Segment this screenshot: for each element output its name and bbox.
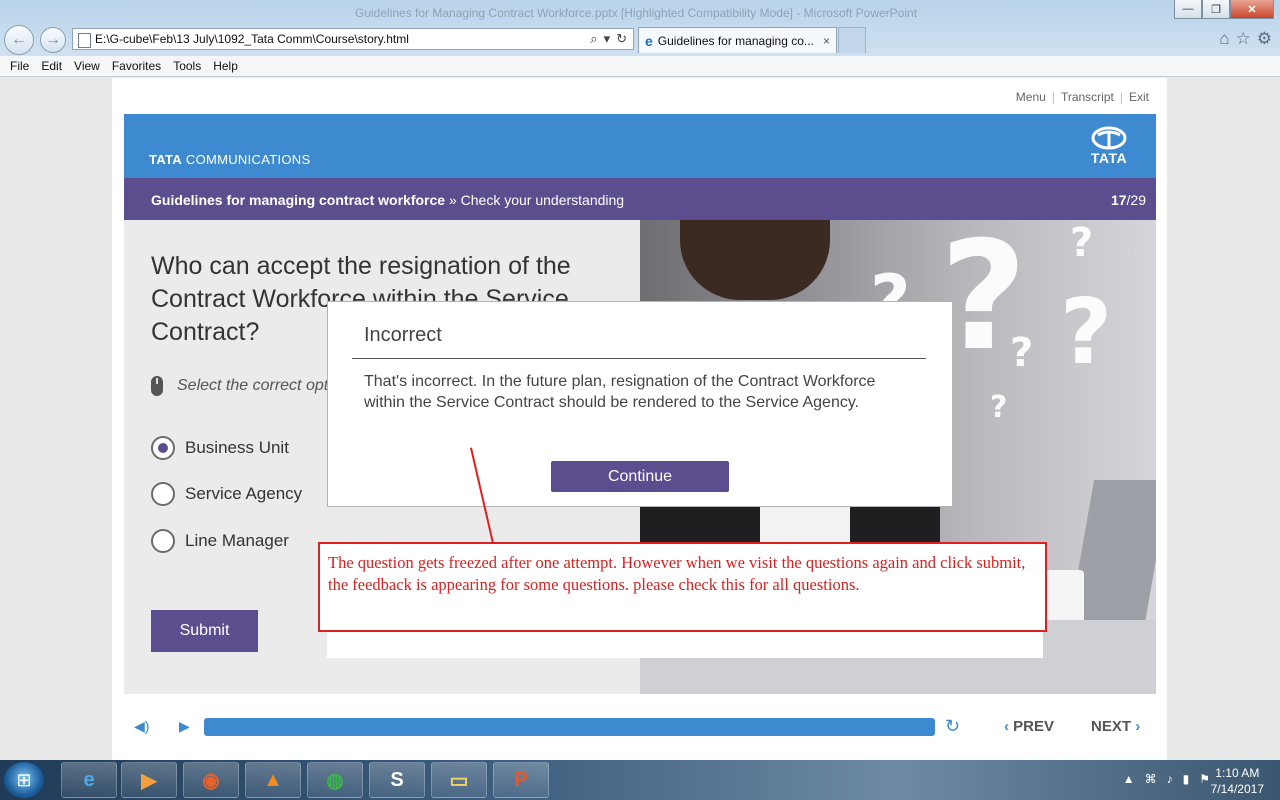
instruction: Select the correct option	[151, 376, 350, 396]
menu-file[interactable]: File	[10, 59, 29, 73]
feedback-dialog: Incorrect That's incorrect. In the futur…	[327, 301, 953, 507]
chrome-taskbar-icon[interactable]: ◍	[307, 762, 363, 798]
dialog-divider	[352, 358, 926, 359]
page-counter: 17/29	[1110, 192, 1146, 208]
dialog-text: That's incorrect. In the future plan, re…	[364, 373, 876, 411]
chevron-right-icon: ›	[1135, 718, 1141, 735]
continue-button[interactable]: Continue	[551, 461, 729, 492]
browser-tab[interactable]: e Guidelines for managing co... ×	[638, 27, 837, 53]
review-annotation-box: The question gets freezed after one atte…	[318, 542, 1047, 632]
restore-button[interactable]: ❐	[1202, 0, 1230, 19]
brand-name: TATA COMMUNICATIONS	[149, 152, 311, 167]
transcript-link[interactable]: Transcript	[1061, 90, 1114, 104]
vlc-taskbar-icon[interactable]: ▲	[245, 762, 301, 798]
dropdown-icon[interactable]: ▾	[604, 31, 611, 47]
media-player-taskbar-icon[interactable]: ▶	[121, 762, 177, 798]
course-header: TATA COMMUNICATIONS TATA	[124, 114, 1156, 178]
tata-logo: TATA	[1088, 126, 1130, 166]
close-window-button[interactable]: ✕	[1230, 0, 1274, 19]
next-button[interactable]: NEXT ›	[1091, 718, 1140, 735]
breadcrumb-title: Guidelines for managing contract workfor…	[151, 192, 446, 208]
seek-bar[interactable]	[204, 718, 935, 736]
option-line-manager[interactable]: Line Manager	[151, 529, 289, 553]
action-center-flag-icon[interactable]: ⚑	[1199, 772, 1210, 786]
menu-help[interactable]: Help	[213, 59, 238, 73]
player-controls: ◀) ▶ ↻ ‹ PREV NEXT ›	[112, 706, 1167, 750]
prev-button[interactable]: ‹ PREV	[1004, 718, 1054, 735]
window-title: Guidelines for Managing Contract Workfor…	[355, 6, 918, 20]
play-icon[interactable]: ▶	[179, 718, 190, 735]
ie-icon: e	[645, 32, 653, 49]
dialog-title: Incorrect	[364, 324, 442, 346]
exit-link[interactable]: Exit	[1129, 90, 1149, 104]
back-arrow-icon: ←	[11, 31, 27, 48]
chevron-left-icon: ‹	[1004, 718, 1009, 735]
firefox-taskbar-icon[interactable]: ◉	[183, 762, 239, 798]
home-icon[interactable]: ⌂	[1219, 29, 1229, 49]
menu-bar: File Edit View Favorites Tools Help	[0, 56, 1280, 77]
refresh-icon[interactable]: ↻	[616, 31, 627, 47]
course-player: Menu | Transcript | Exit TATA COMMUNICATIONS…	[112, 78, 1167, 760]
instruction-text: Select the correct option	[177, 377, 350, 394]
breadcrumb: Guidelines for managing contract workfor…	[151, 192, 625, 208]
seek-bar-fill	[204, 718, 935, 736]
radio-button[interactable]	[151, 529, 175, 553]
minimize-button[interactable]: —	[1174, 0, 1202, 19]
forward-button[interactable]: →	[40, 27, 66, 53]
start-button[interactable]: ⊞	[4, 762, 44, 798]
powerpoint-taskbar-icon[interactable]: P	[493, 762, 549, 798]
forward-arrow-icon: →	[45, 31, 61, 48]
menu-tools[interactable]: Tools	[173, 59, 201, 73]
tab-label: Guidelines for managing co...	[657, 33, 814, 48]
signal-icon[interactable]: ▮	[1183, 772, 1190, 786]
submit-button[interactable]: Submit	[151, 610, 258, 652]
radio-button[interactable]	[151, 482, 175, 506]
speaker-tray-icon[interactable]: ♪	[1167, 772, 1173, 786]
replay-icon[interactable]: ↻	[945, 716, 960, 737]
clock-date: 7/14/2017	[1210, 782, 1264, 796]
tab-close-icon[interactable]: ×	[823, 34, 836, 48]
mouse-icon	[151, 376, 163, 396]
option-label: Service Agency	[185, 484, 303, 503]
menu-favorites[interactable]: Favorites	[112, 59, 161, 73]
system-tray: ▲ ⌘ ♪ ▮ ⚑	[1123, 772, 1210, 786]
menu-edit[interactable]: Edit	[41, 59, 62, 73]
page-icon	[78, 33, 91, 48]
settings-gear-icon[interactable]: ⚙	[1257, 29, 1272, 49]
option-service-agency[interactable]: Service Agency	[151, 482, 302, 506]
search-icon[interactable]: ⌕	[590, 31, 597, 47]
clock-time: 1:10 AM	[1215, 766, 1260, 780]
window-controls: — ❐ ✕	[1174, 0, 1274, 19]
new-tab-button[interactable]	[838, 27, 866, 53]
menu-link[interactable]: Menu	[1016, 90, 1046, 104]
option-label: Business Unit	[185, 438, 289, 457]
annotation-text: The question gets freezed after one atte…	[328, 553, 1026, 594]
network-icon[interactable]: ⌘	[1145, 772, 1157, 786]
breadcrumb-section: Check your understanding	[460, 192, 625, 208]
option-business-unit[interactable]: Business Unit	[151, 436, 289, 460]
menu-view[interactable]: View	[74, 59, 100, 73]
breadcrumb-bar: Guidelines for managing contract workfor…	[124, 178, 1156, 220]
browser-titlebar: Guidelines for Managing Contract Workfor…	[0, 0, 1280, 56]
logo-word: TATA	[1090, 150, 1128, 166]
player-top-links: Menu | Transcript | Exit	[1015, 90, 1149, 104]
windows-taskbar: ⊞ e ▶ ◉ ▲ ◍ S ▭ P ▲ ⌘ ♪ ▮ ⚑ 1:10 AM 7/14…	[0, 760, 1280, 800]
tata-logo-icon	[1091, 126, 1127, 150]
volume-icon[interactable]: ◀)	[134, 718, 149, 735]
internet-explorer-taskbar-icon[interactable]: e	[61, 762, 117, 798]
snagit-taskbar-icon[interactable]: S	[369, 762, 425, 798]
option-label: Line Manager	[185, 531, 289, 550]
radio-button-checked[interactable]	[151, 436, 175, 460]
address-bar[interactable]: E:\G-cube\Feb\13 July\1092_Tata Comm\Cou…	[72, 28, 634, 50]
back-button[interactable]: ←	[4, 25, 34, 55]
show-hidden-icons-icon[interactable]: ▲	[1123, 772, 1135, 786]
favorites-star-icon[interactable]: ☆	[1236, 29, 1251, 49]
system-clock[interactable]: 1:10 AM 7/14/2017	[1211, 765, 1264, 797]
address-url[interactable]: E:\G-cube\Feb\13 July\1092_Tata Comm\Cou…	[73, 32, 590, 46]
explorer-folder-taskbar-icon[interactable]: ▭	[431, 762, 487, 798]
